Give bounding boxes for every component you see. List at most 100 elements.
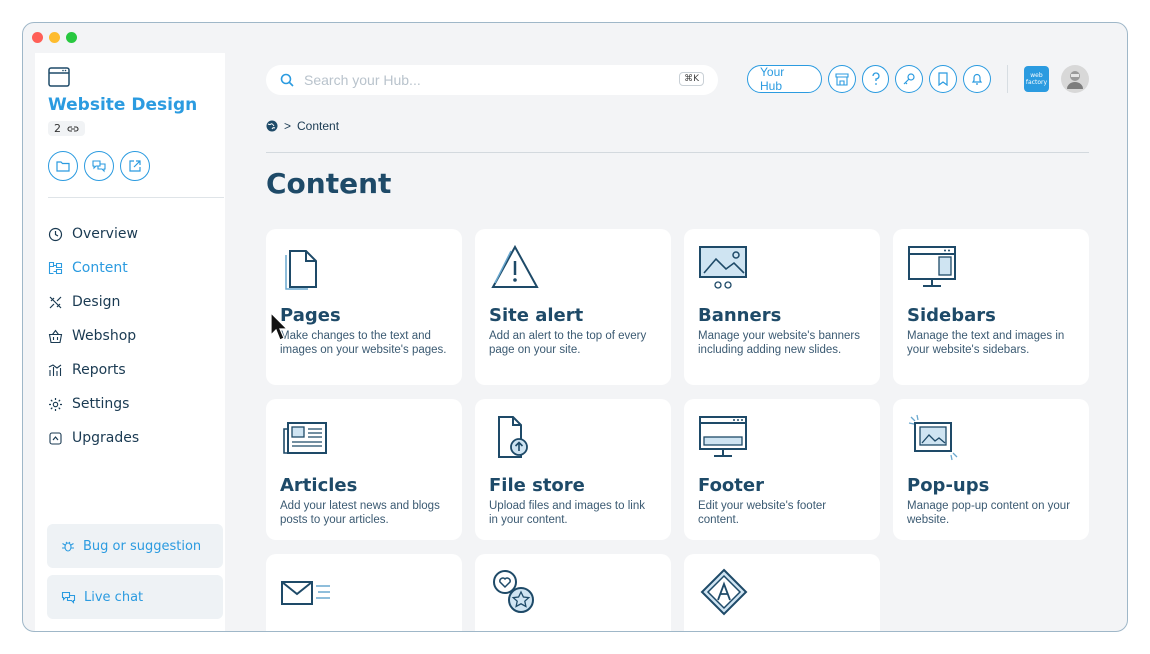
banner-icon xyxy=(699,246,747,289)
sidebar-nav: Overview Content Design Webshop Reports … xyxy=(48,217,139,455)
sidebar-item-label: Reports xyxy=(72,362,126,378)
card-description: Manage the text and images in your websi… xyxy=(907,330,1065,356)
file-upload-icon xyxy=(498,416,528,458)
avatar-icon xyxy=(1067,71,1084,89)
card-description: Manage your website's banners including … xyxy=(698,330,861,356)
external-link-button[interactable] xyxy=(120,151,150,181)
bug-or-suggestion-label: Bug or suggestion xyxy=(83,538,202,554)
card-pop-ups[interactable]: Pop-ups Manage pop-up content on your we… xyxy=(893,399,1089,540)
sidebar: Website Design 2 Overview Content Design xyxy=(35,53,225,631)
clock-icon xyxy=(48,227,63,241)
header-actions: Your Hub web factory xyxy=(747,65,1090,93)
card-description: Make changes to the text and images on y… xyxy=(280,330,447,356)
bug-or-suggestion-button[interactable]: Bug or suggestion xyxy=(47,524,223,568)
card-title: Banners xyxy=(698,305,782,326)
envelope-icon xyxy=(281,581,330,605)
bookmark-icon xyxy=(938,72,948,86)
card-file-store[interactable]: File store Upload files and images to li… xyxy=(475,399,671,540)
card-description: Manage pop-up content on your website. xyxy=(907,500,1071,526)
browser-window-icon xyxy=(48,67,70,87)
sidebar-window-icon xyxy=(908,246,956,287)
sidebar-item-label: Upgrades xyxy=(72,430,140,446)
help-icon xyxy=(871,72,880,85)
search-shortcut: ⌘K xyxy=(679,72,704,86)
chat-icon xyxy=(92,160,106,173)
divider xyxy=(48,197,224,198)
shop-icon xyxy=(835,72,849,86)
card-mobile[interactable] xyxy=(684,554,880,631)
maximize-window-button[interactable] xyxy=(66,32,77,43)
sidebar-item-label: Settings xyxy=(72,396,130,412)
header-divider xyxy=(1006,65,1008,93)
sidebar-item-label: Webshop xyxy=(72,328,137,344)
live-chat-button[interactable]: Live chat xyxy=(47,575,223,619)
card-title: Pop-ups xyxy=(907,475,990,496)
card-description: Upload files and images to link in your … xyxy=(489,500,645,526)
globe-icon[interactable] xyxy=(266,120,278,132)
card-emails[interactable] xyxy=(266,554,462,631)
sidebar-item-design[interactable]: Design xyxy=(48,285,139,319)
card-pages[interactable]: Pages Make changes to the text and image… xyxy=(266,229,462,385)
search-icon xyxy=(280,73,294,87)
pages-icon xyxy=(285,250,317,290)
app-window: Website Design 2 Overview Content Design xyxy=(22,22,1128,632)
user-avatar[interactable] xyxy=(1061,65,1090,93)
key-button[interactable] xyxy=(895,65,924,93)
footer-window-icon xyxy=(699,416,747,457)
newspaper-icon xyxy=(283,422,327,454)
live-chat-label: Live chat xyxy=(84,589,144,605)
sidebar-item-content[interactable]: Content xyxy=(48,251,139,285)
gear-icon xyxy=(49,397,62,411)
link-icon xyxy=(67,125,79,132)
your-hub-button[interactable]: Your Hub xyxy=(747,65,823,93)
chat-button[interactable] xyxy=(84,151,114,181)
design-icon xyxy=(49,296,62,308)
mouse-cursor-icon xyxy=(270,312,288,341)
card-title: Sidebars xyxy=(907,305,996,326)
breadcrumb: > Content xyxy=(266,119,339,133)
shop-button[interactable] xyxy=(828,65,856,93)
sidebar-item-reports[interactable]: Reports xyxy=(48,353,139,387)
search-bar[interactable]: ⌘K xyxy=(266,65,718,95)
card-title: File store xyxy=(489,475,585,496)
web-factory-logo[interactable]: web factory xyxy=(1023,66,1050,92)
alert-icon xyxy=(491,244,539,288)
sidebar-item-webshop[interactable]: Webshop xyxy=(48,319,139,353)
site-count: 2 xyxy=(54,122,61,135)
sidebar-item-label: Content xyxy=(72,260,128,276)
folder-icon xyxy=(56,161,70,172)
bug-icon xyxy=(62,541,74,552)
card-testimonials[interactable] xyxy=(475,554,671,631)
site-title: Website Design xyxy=(48,95,198,115)
card-description: Add an alert to the top of every page on… xyxy=(489,330,647,356)
card-sidebars[interactable]: Sidebars Manage the text and images in y… xyxy=(893,229,1089,385)
site-actions xyxy=(48,151,150,181)
card-site-alert[interactable]: Site alert Add an alert to the top of ev… xyxy=(475,229,671,385)
sidebar-item-upgrades[interactable]: Upgrades xyxy=(48,421,139,455)
diamond-a-icon xyxy=(700,568,748,616)
key-icon xyxy=(903,73,915,85)
search-input[interactable] xyxy=(302,71,666,89)
breadcrumb-separator: > xyxy=(284,119,292,133)
card-footer[interactable]: Footer Edit your website's footer conten… xyxy=(684,399,880,540)
card-title: Footer xyxy=(698,475,764,496)
sidebar-item-overview[interactable]: Overview xyxy=(48,217,139,251)
bookmark-button[interactable] xyxy=(929,65,957,93)
card-articles[interactable]: Articles Add your latest news and blogs … xyxy=(266,399,462,540)
close-window-button[interactable] xyxy=(32,32,43,43)
bell-icon xyxy=(971,73,982,85)
card-banners[interactable]: Banners Manage your website's banners in… xyxy=(684,229,880,385)
card-description: Edit your website's footer content. xyxy=(698,500,827,526)
folder-button[interactable] xyxy=(48,151,78,181)
content-icon xyxy=(48,261,63,274)
card-description: Add your latest news and blogs posts to … xyxy=(280,500,440,526)
card-title: Pages xyxy=(280,305,341,326)
notifications-button[interactable] xyxy=(962,65,991,93)
reports-icon xyxy=(48,363,62,376)
card-title: Site alert xyxy=(489,305,584,326)
minimize-window-button[interactable] xyxy=(49,32,60,43)
help-button[interactable] xyxy=(861,65,890,93)
testimonial-icon xyxy=(493,570,534,613)
sidebar-item-settings[interactable]: Settings xyxy=(48,387,139,421)
breadcrumb-current: Content xyxy=(297,119,340,133)
